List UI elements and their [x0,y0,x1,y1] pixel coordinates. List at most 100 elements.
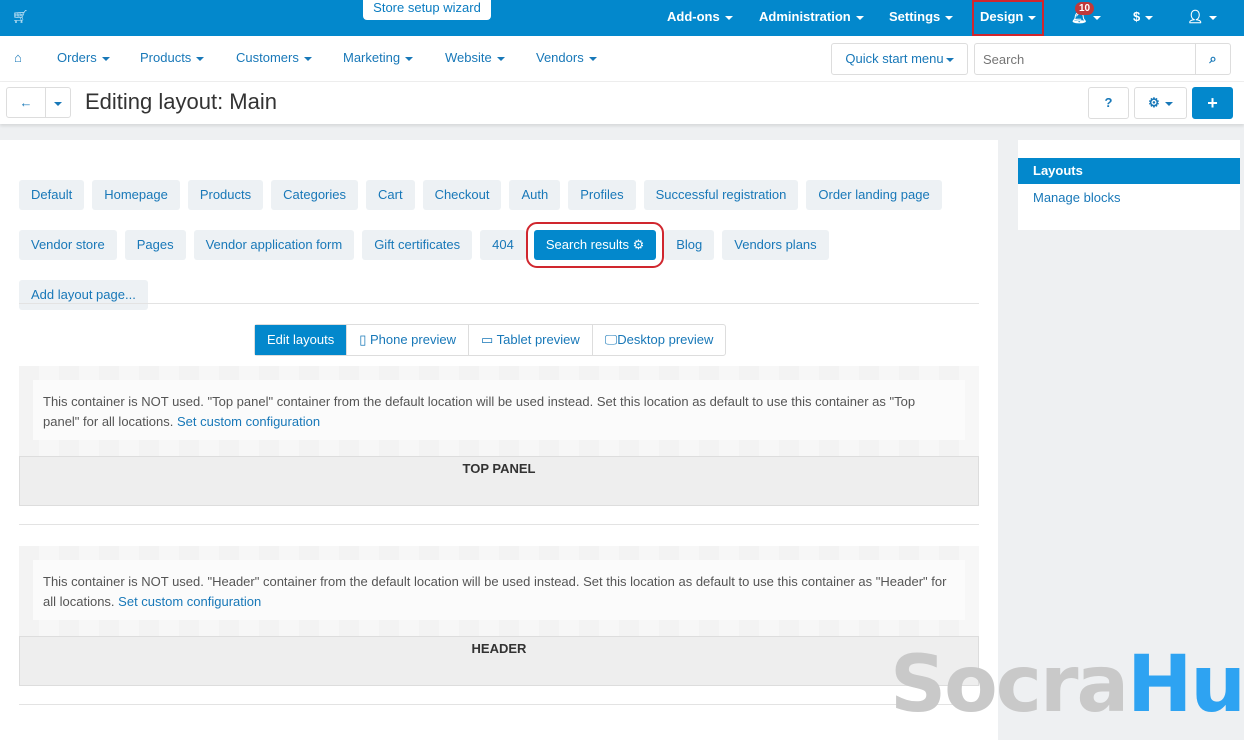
nav-label: Customers [236,50,299,65]
layout-tab[interactable]: Order landing page [806,180,942,210]
gear-icon: ⚙ [1148,95,1160,110]
nav-orders[interactable]: Orders [57,50,110,65]
quick-start-menu[interactable]: Quick start menu [831,43,968,75]
sidebar-item-layouts[interactable]: Layouts [1018,158,1240,184]
notification-count: 10 [1075,2,1095,15]
label: Tablet preview [496,332,580,347]
layout-tab[interactable]: Profiles [568,180,636,210]
watermark-part: Socra [890,640,1129,730]
home-icon[interactable]: ⌂ [14,50,22,65]
search-input[interactable] [974,43,1196,75]
nav-website[interactable]: Website [445,50,505,65]
nav-label: Products [140,50,192,65]
menu-settings[interactable]: Settings [889,0,954,36]
nav-products[interactable]: Products [140,50,205,65]
desktop-preview-tab[interactable]: 🖵︎Desktop preview [591,325,726,355]
currency-menu[interactable]: $ [1133,0,1154,36]
menu-addons[interactable]: Add-ons [667,0,733,36]
add-button[interactable]: + [1192,87,1233,119]
store-setup-wizard-button[interactable]: Store setup wizard [363,0,491,20]
nav-vendors[interactable]: Vendors [536,50,597,65]
tab-label: Order landing page [818,187,930,202]
container-notice: This container is NOT used. "Header" con… [33,560,965,620]
help-button[interactable]: ? [1088,87,1129,119]
sidebar-item-manage-blocks[interactable]: Manage blocks [1033,190,1120,205]
layout-tab[interactable]: Vendor application form [193,230,355,260]
menu-administration[interactable]: Administration [759,0,864,36]
layout-tab[interactable]: Search results ⚙ [525,222,665,268]
edit-layouts-tab[interactable]: Edit layouts [255,325,347,355]
search-button[interactable]: ⌕ [1195,43,1231,75]
quick-start-label: Quick start menu [845,51,944,66]
layout-tab[interactable]: Default [19,180,85,210]
caret-icon [588,56,597,61]
tab-label: Checkout [434,187,490,202]
tab-label: Search results [545,237,629,252]
layout-tab[interactable]: Checkout [422,180,502,210]
divider [19,303,979,304]
tab-label: Successful registration [655,187,787,202]
layout-tab[interactable]: Categories [271,180,358,210]
menu-label: Add-ons [667,9,720,24]
label: Phone preview [369,332,456,347]
layout-tab[interactable]: Gift certificates [362,230,473,260]
nav-label: Website [445,50,492,65]
back-button[interactable]: ← [6,87,46,118]
tab-label: Vendor store [31,237,105,252]
layout-tab[interactable]: Blog [664,230,715,260]
caret-icon [945,57,954,62]
arrow-left-icon: ← [19,95,33,110]
layout-tab[interactable]: Auth [509,180,561,210]
menu-design[interactable]: Design [971,0,1045,36]
container-top-panel: This container is NOT used. "Top panel" … [19,366,979,506]
tablet-preview-tab[interactable]: ▭ Tablet preview [467,325,592,355]
main-panel: Default Homepage Products Categories Cart Che… [0,140,998,740]
set-custom-configuration-link[interactable]: Set custom configuration [118,594,261,609]
back-dropdown-button[interactable] [45,87,71,118]
notice-text: This container is NOT used. "Top panel" … [43,394,916,429]
tab-label: Blog [676,237,703,252]
layout-tab[interactable]: Pages [124,230,186,260]
container-title: HEADER [19,636,979,686]
settings-button[interactable]: ⚙ [1134,87,1187,119]
tablet-icon: ▭ [480,332,497,347]
layout-tab[interactable]: Add layout page... [19,280,148,310]
set-custom-configuration-link[interactable]: Set custom configuration [177,414,320,429]
layout-tab[interactable]: 404 [480,230,526,260]
container-title: TOP PANEL [19,456,979,506]
tab-label: Cart [378,187,403,202]
layout-tabs: Default Homepage Products Categories Cart Che… [19,180,979,310]
user-menu[interactable]: 👤︎ [1187,0,1217,36]
container-notice: This container is NOT used. "Top panel" … [33,380,965,440]
caret-icon [1208,15,1217,20]
layout-tab[interactable]: Vendor store [19,230,117,260]
tab-label: Gift certificates [374,237,461,252]
tab-label: Homepage [104,187,168,202]
nav-label: Marketing [343,50,401,65]
tab-label: Categories [283,187,346,202]
question-icon: ? [1104,95,1113,110]
tab-label: 404 [492,237,514,252]
tab-label: Default [31,187,73,202]
tab-label: Add layout page... [31,287,136,302]
layout-tab[interactable]: Vendors plans [722,230,829,260]
layout-tab[interactable]: Successful registration [643,180,799,210]
tab-label: Vendors plans [734,237,817,252]
phone-preview-tab[interactable]: ▯ Phone preview [346,325,468,355]
preview-switch: Edit layouts ▯ Phone preview ▭ Tablet pr… [254,324,727,356]
layout-tab[interactable]: Homepage [92,180,180,210]
cart-icon[interactable]: 🛒︎ [12,9,29,25]
layout-tab[interactable]: Cart [366,180,415,210]
tab-label: Pages [136,237,174,252]
nav-marketing[interactable]: Marketing [343,50,414,65]
layout-tab[interactable]: Products [187,180,264,210]
watermark-part: Hub [1127,640,1244,730]
caret-icon [196,56,205,61]
phone-icon: ▯ [359,332,370,347]
caret-icon [1092,15,1101,20]
gear-icon[interactable]: ⚙ [629,237,645,252]
tab-label: Auth [521,187,549,202]
socrahub-watermark: SocraHub [890,645,1244,725]
nav-customers[interactable]: Customers [236,50,312,65]
caret-icon [1028,15,1037,20]
